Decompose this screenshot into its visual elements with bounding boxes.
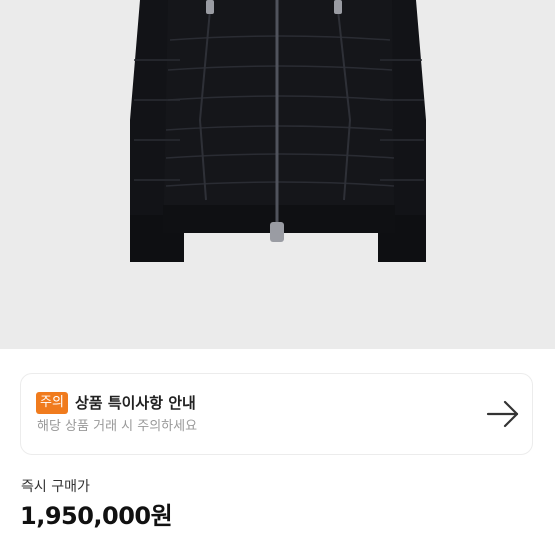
caution-badge: 주의 <box>36 392 68 414</box>
product-image[interactable] <box>0 0 555 349</box>
notice-title: 상품 특이사항 안내 <box>75 394 196 412</box>
product-notice-card[interactable]: 주의 상품 특이사항 안내 해당 상품 거래 시 주의하세요 <box>20 373 533 455</box>
arrow-right-icon[interactable] <box>486 399 520 429</box>
jacket-illustration <box>0 0 555 349</box>
instant-buy-price-label: 즉시 구매가 <box>21 479 90 495</box>
notice-subtitle: 해당 상품 거래 시 주의하세요 <box>37 419 198 434</box>
instant-buy-price: 1,950,000원 <box>20 502 173 530</box>
